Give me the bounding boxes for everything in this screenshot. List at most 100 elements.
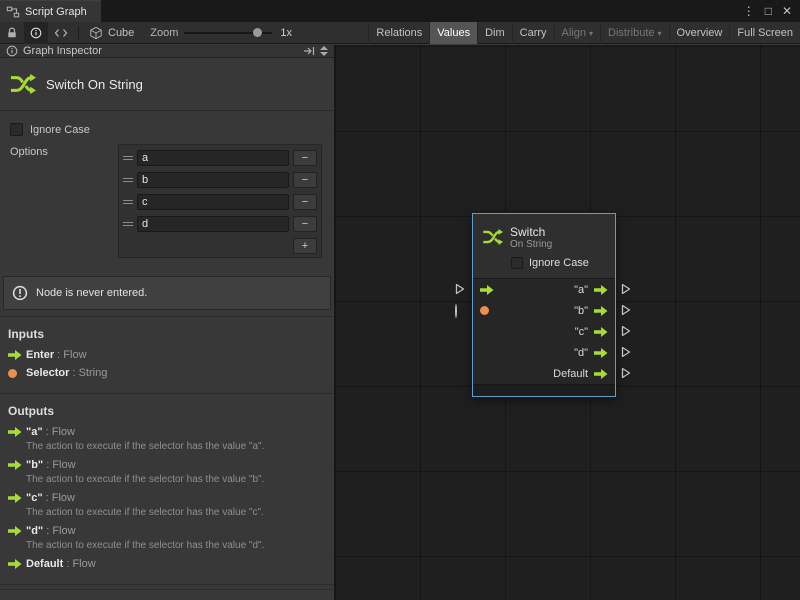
graph-canvas[interactable]: Switch On String Ignore Case [335,45,800,600]
external-output-connector-d[interactable] [621,346,631,358]
graph-owner-label: Cube [108,27,134,39]
option-input[interactable] [137,216,289,232]
ignore-case-checkbox[interactable] [511,257,523,269]
option-input[interactable] [137,172,289,188]
maximize-button[interactable]: □ [765,4,772,18]
selector-input-port[interactable] [480,306,489,315]
output-item: "c" : Flow The action to execute if the … [0,492,334,518]
node-port-row: Default [473,363,615,384]
add-option-button[interactable]: + [293,238,317,254]
type-separator: : [63,558,72,570]
distribute-dropdown[interactable]: Distribute▾ [600,22,668,44]
dim-toggle[interactable]: Dim [477,22,512,44]
port-label: "c" [575,326,588,338]
input-port-row: Enter : Flow [8,349,334,361]
port-type: String [79,367,108,379]
flow-port-icon [8,492,22,504]
port-type: Flow [52,492,75,504]
option-input[interactable] [137,150,289,166]
node-title: Switch [510,225,552,239]
window-menu-button[interactable]: ⋮ [743,4,755,18]
zoom-value: 1x [280,27,292,39]
warning-text: Node is never entered. [36,287,147,299]
remove-option-button[interactable]: − [293,172,317,188]
relations-toggle[interactable]: Relations [368,22,429,44]
zoom-slider[interactable] [184,28,272,38]
external-output-connector-default[interactable] [621,367,631,379]
flow-port-icon [8,558,22,570]
output-item: "d" : Flow The action to execute if the … [0,525,334,551]
window-controls: ⋮ □ ✕ [743,0,800,22]
switch-on-string-node[interactable]: Switch On String Ignore Case [472,213,616,397]
option-row: − [121,147,319,169]
port-description: The action to execute if the selector ha… [26,540,334,551]
triangle-port-icon [621,325,631,337]
panel-scroll-spinner[interactable] [320,46,328,56]
warning-box: Node is never entered. [3,276,331,310]
options-label: Options [10,144,118,158]
overview-button[interactable]: Overview [669,22,730,44]
drag-handle-icon[interactable] [123,178,133,182]
align-dropdown[interactable]: Align▾ [554,22,600,44]
node-footer [473,384,615,396]
external-output-connector-c[interactable] [621,325,631,337]
options-list: − − − [118,144,322,258]
lock-button[interactable] [0,22,24,44]
ignore-case-label: Ignore Case [529,257,589,269]
flow-output-port[interactable] [594,305,608,317]
external-output-connector-a[interactable] [621,283,631,295]
option-input[interactable] [137,194,289,210]
code-icon [54,26,68,40]
values-toggle[interactable]: Values [429,22,477,44]
flow-output-port[interactable] [594,347,608,359]
output-item: "a" : Flow The action to execute if the … [0,426,334,452]
node-port-row: "b" [473,300,615,321]
port-type: Flow [72,558,95,570]
zoom-slider-handle[interactable] [253,28,262,37]
port-type: Flow [52,459,75,471]
type-separator: : [43,525,52,537]
external-output-connector-b[interactable] [621,304,631,316]
code-view-button[interactable] [48,22,74,44]
inspector-footer [0,584,334,600]
drag-handle-icon[interactable] [123,156,133,160]
flow-output-port[interactable] [594,326,608,338]
external-flow-input-connector[interactable] [455,283,465,295]
full-screen-button[interactable]: Full Screen [729,22,800,44]
type-separator: : [69,367,78,379]
dock-panel-icon[interactable] [303,45,315,57]
port-name: Enter [26,349,54,361]
port-name: "a" [26,426,43,438]
graph-inspector-header: Graph Inspector [0,45,334,58]
ignore-case-checkbox[interactable] [10,123,23,136]
flow-output-port[interactable] [594,368,608,380]
remove-option-button[interactable]: − [293,216,317,232]
cube-icon [89,26,103,40]
switch-unit-icon [481,226,503,248]
remove-option-button[interactable]: − [293,150,317,166]
tab-script-graph[interactable]: Script Graph [0,0,101,22]
remove-option-button[interactable]: − [293,194,317,210]
add-option-row: + [121,235,319,255]
tab-label: Script Graph [25,6,87,18]
drag-handle-icon[interactable] [123,222,133,226]
input-port-row: Selector : String [8,367,334,379]
title-bar: Script Graph ⋮ □ ✕ [0,0,800,22]
inspector-toggle-button[interactable] [24,22,48,44]
inputs-section: Inputs Enter : Flow Selector : String [0,316,334,393]
carry-toggle[interactable]: Carry [512,22,554,44]
graph-owner-button[interactable]: Cube [83,22,140,44]
node-header[interactable]: Switch On String Ignore Case [473,214,615,278]
external-selector-connector[interactable] [455,305,457,317]
port-name: Selector [26,367,69,379]
port-type: Flow [52,525,75,537]
close-button[interactable]: ✕ [782,4,792,18]
flow-output-port[interactable] [594,284,608,296]
inputs-header: Inputs [8,327,334,341]
drag-handle-icon[interactable] [123,200,133,204]
triangle-port-icon [621,367,631,379]
flow-input-port[interactable] [480,284,494,296]
script-graph-window: Script Graph ⋮ □ ✕ Cube Zoom 1x Re [0,0,800,600]
output-item: Default : Flow [0,558,334,570]
port-name: "d" [26,525,43,537]
